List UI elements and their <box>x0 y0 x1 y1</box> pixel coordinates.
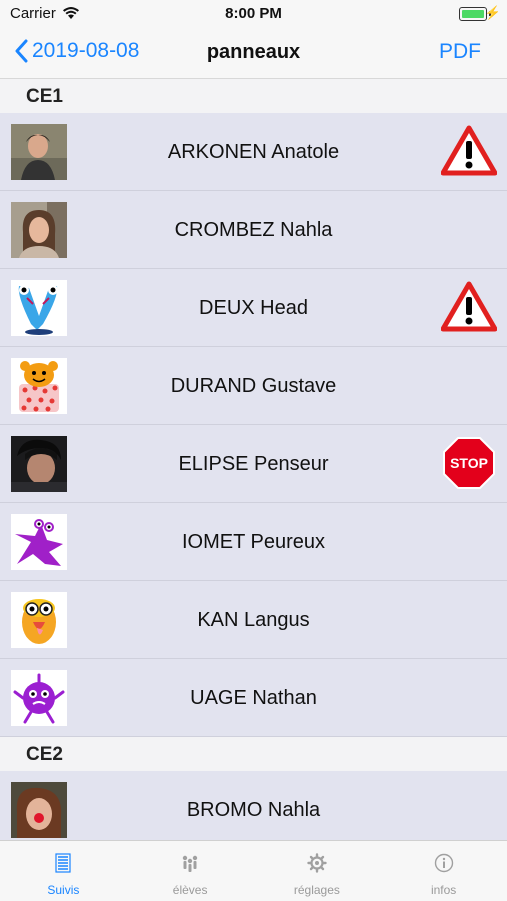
tab-label: infos <box>430 883 457 897</box>
status-time: 8:00 PM <box>225 5 282 22</box>
student-avatar <box>11 358 67 414</box>
student-name: CROMBEZ Nahla <box>174 219 333 241</box>
warning-sign-icon <box>440 125 498 177</box>
tab-info[interactable]: infos <box>380 841 507 901</box>
navigation-bar: 2019-08-08 panneaux PDF <box>0 28 507 79</box>
stop-sign-icon: STOP <box>441 437 497 489</box>
student-row[interactable]: KAN Langus <box>0 581 507 659</box>
student-avatar <box>11 280 67 336</box>
student-avatar <box>11 782 67 838</box>
tab-label: réglages <box>293 883 340 897</box>
student-avatar <box>11 514 67 570</box>
student-list[interactable]: CE1 ARKONEN Anatole CROMBEZ Nahla DEUX H… <box>0 79 507 840</box>
chevron-left-icon <box>14 39 28 63</box>
battery-icon <box>459 7 487 21</box>
svg-text:STOP: STOP <box>450 455 488 471</box>
section-header: CE1 <box>0 79 507 113</box>
status-bar: Carrier 8:00 PM ⚡ <box>0 0 507 28</box>
student-row[interactable]: CROMBEZ Nahla <box>0 191 507 269</box>
back-button-label: 2019-08-08 <box>32 39 140 62</box>
back-button[interactable]: 2019-08-08 <box>14 39 139 63</box>
tab-people[interactable]: élèves <box>127 841 254 901</box>
student-avatar <box>11 670 67 726</box>
student-avatar <box>11 592 67 648</box>
warning-sign-icon <box>440 281 498 333</box>
student-name: DURAND Gustave <box>170 375 337 397</box>
info-icon <box>434 853 454 878</box>
student-name: ARKONEN Anatole <box>167 141 340 163</box>
tab-bar: Suivis élèves réglages infos <box>0 840 507 901</box>
tab-label: élèves <box>172 883 208 897</box>
student-avatar <box>11 436 67 492</box>
tab-gear[interactable]: réglages <box>254 841 381 901</box>
tab-list[interactable]: Suivis <box>0 841 127 901</box>
student-name: KAN Langus <box>197 609 310 631</box>
section-header: CE2 <box>0 737 507 771</box>
student-row[interactable]: BROMO Nahla <box>0 771 507 840</box>
student-row[interactable]: ARKONEN Anatole <box>0 113 507 191</box>
tab-label: Suivis <box>47 883 80 897</box>
student-name: UAGE Nathan <box>190 687 317 709</box>
student-name: ELIPSE Penseur <box>178 453 329 475</box>
student-row[interactable]: DURAND Gustave <box>0 347 507 425</box>
student-row[interactable]: ELIPSE Penseur STOP <box>0 425 507 503</box>
student-avatar <box>11 124 67 180</box>
student-name: DEUX Head <box>199 297 308 319</box>
student-row[interactable]: IOMET Peureux <box>0 503 507 581</box>
student-name: BROMO Nahla <box>186 799 321 821</box>
student-name: IOMET Peureux <box>181 531 326 553</box>
list-icon <box>54 853 72 878</box>
student-avatar <box>11 202 67 258</box>
student-row[interactable]: DEUX Head <box>0 269 507 347</box>
student-row[interactable]: UAGE Nathan <box>0 659 507 737</box>
charging-bolt-icon: ⚡ <box>484 5 501 20</box>
gear-icon <box>307 853 327 878</box>
pdf-button[interactable]: PDF <box>439 40 481 64</box>
people-icon <box>179 853 201 878</box>
